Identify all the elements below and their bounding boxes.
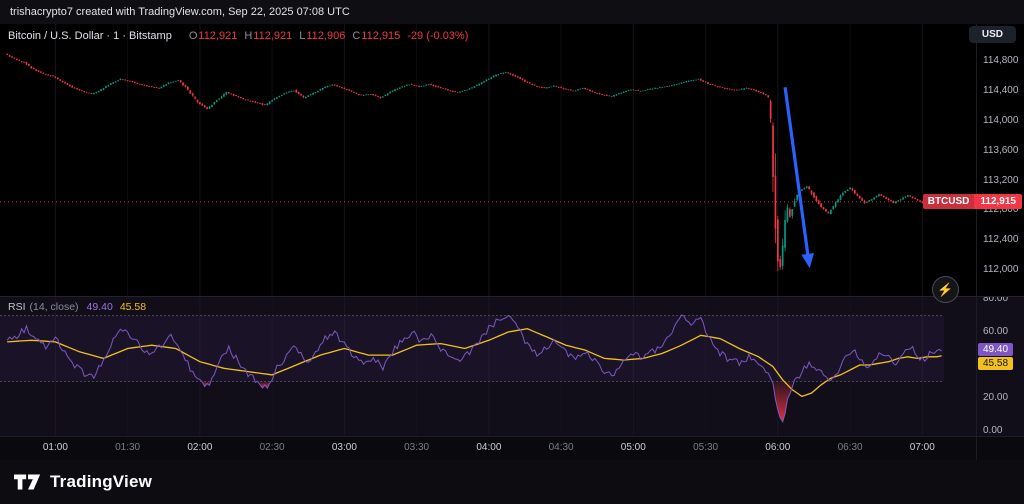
last-price-badge: BTCUSD112,915	[923, 194, 1022, 209]
price-pane: Bitcoin / U.S. Dollar · 1 · BitstampO112…	[0, 24, 1024, 296]
price-scale[interactable]: 114,800114,400114,000113,600113,200112,8…	[977, 24, 1024, 296]
time-axis-label: 04:00	[476, 442, 501, 453]
last-price-symbol: BTCUSD	[923, 194, 975, 209]
replay-button[interactable]: ⚡	[932, 276, 959, 303]
ohlc-change: -29 (-0.03%)	[407, 30, 468, 42]
attribution-text: trishacrypto7 created with TradingView.c…	[10, 6, 350, 18]
price-axis-label: 114,800	[983, 55, 1018, 67]
price-axis-label: 113,200	[983, 175, 1018, 187]
rsi-pane: RSI(14, close)49.4045.58 80.0060.0040.00…	[0, 297, 1024, 436]
scale-separator	[976, 24, 977, 460]
rsi-value: 49.40	[87, 301, 113, 313]
candlestick-chart[interactable]	[0, 24, 976, 296]
time-axis-label: 06:30	[838, 442, 863, 453]
rsi-legend[interactable]: RSI (14, close) 49.40 45.58	[8, 301, 146, 313]
tradingview-logo[interactable]: TradingView	[14, 472, 152, 492]
time-axis-label: 02:00	[187, 442, 212, 453]
last-price-value: 112,915	[974, 194, 1022, 209]
currency-toggle-button[interactable]: USD	[969, 26, 1016, 43]
ohlc-close-label: C	[352, 30, 360, 42]
symbol-legend[interactable]: Bitcoin / U.S. Dollar · 1 · BitstampO112…	[8, 30, 468, 42]
ohlc-open-value: 112,921	[198, 30, 237, 42]
time-axis-label: 03:00	[332, 442, 357, 453]
footer-bar: TradingView	[0, 460, 1024, 504]
rsi-axis-label: 20.00	[983, 392, 1008, 404]
tradingview-mark-icon	[14, 474, 42, 490]
price-axis-label: 112,400	[983, 234, 1018, 246]
tradingview-wordmark: TradingView	[50, 472, 152, 492]
ohlc-low-value: 112,906	[306, 30, 345, 42]
time-axis-label: 02:30	[260, 442, 285, 453]
price-axis-label: 112,000	[983, 264, 1018, 276]
time-axis-label: 01:00	[43, 442, 68, 453]
time-axis-label: 07:00	[910, 442, 935, 453]
rsi-axis-label: 80.00	[983, 297, 1008, 305]
rsi-value-badge: 49.40	[978, 343, 1013, 356]
drawing-arrow	[785, 87, 809, 264]
rsi-title: RSI	[8, 301, 26, 313]
rsi-ma-value: 45.58	[120, 301, 146, 313]
rsi-axis-label: 60.00	[983, 326, 1008, 338]
rsi-params: (14, close)	[30, 301, 79, 313]
pane-divider[interactable]	[0, 296, 1024, 297]
tradingview-snapshot: trishacrypto7 created with TradingView.c…	[0, 0, 1024, 504]
lightning-icon: ⚡	[937, 282, 953, 298]
ohlc-high-value: 112,921	[253, 30, 292, 42]
ohlc-close-value: 112,915	[361, 30, 400, 42]
time-axis-label: 05:00	[621, 442, 646, 453]
ohlc-low-label: L	[299, 30, 305, 42]
time-axis-label: 04:30	[549, 442, 574, 453]
time-axis-label: 06:00	[765, 442, 790, 453]
time-axis-label: 03:30	[404, 442, 429, 453]
ohlc-open-label: O	[189, 30, 198, 42]
symbol-title: Bitcoin / U.S. Dollar · 1 · Bitstamp	[8, 30, 172, 42]
rsi-chart[interactable]	[0, 297, 976, 436]
price-axis-label: 113,600	[983, 145, 1018, 157]
price-axis-label: 114,000	[983, 115, 1018, 127]
price-axis-label: 114,400	[983, 85, 1018, 97]
attribution-bar: trishacrypto7 created with TradingView.c…	[0, 0, 1024, 24]
time-axis-label: 01:30	[115, 442, 140, 453]
time-scale[interactable]: 01:00 01:30 02:00 02:30 03:00 03:30 04:00 04:30…	[0, 436, 1024, 460]
time-axis-label: 05:30	[693, 442, 718, 453]
rsi-ma-badge: 45.58	[978, 357, 1013, 370]
ohlc-high-label: H	[244, 30, 252, 42]
rsi-axis-label: 0.00	[983, 425, 1002, 436]
